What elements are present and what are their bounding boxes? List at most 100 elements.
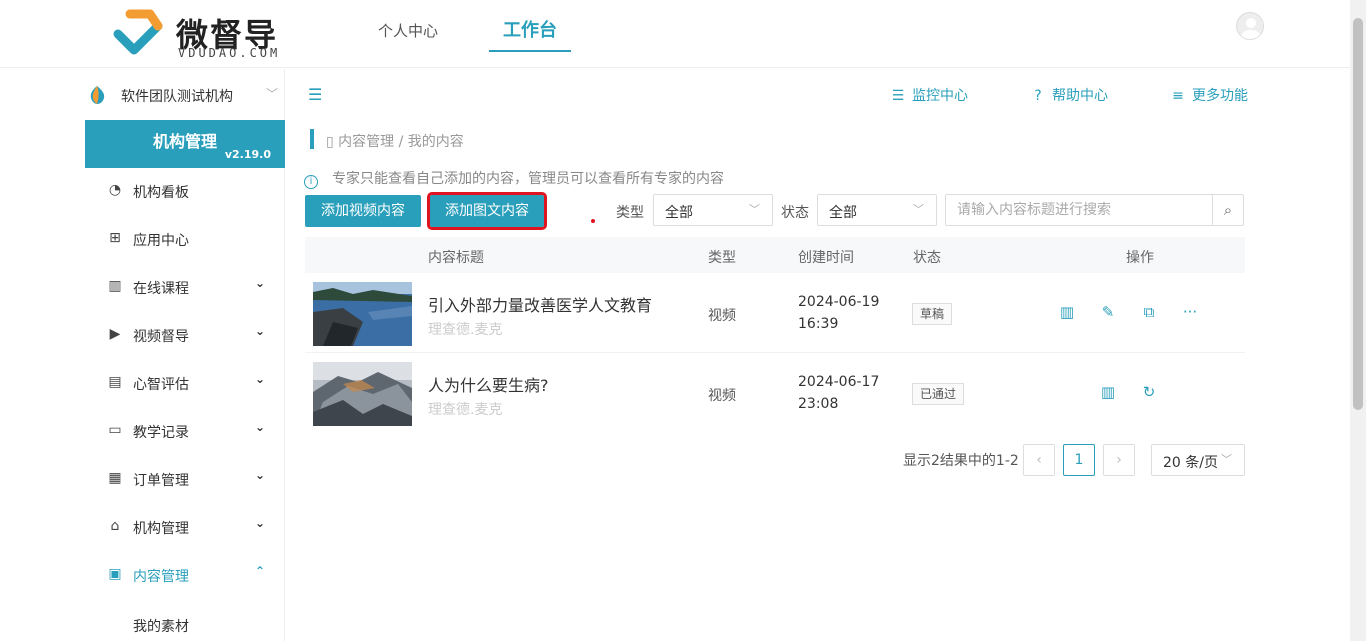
help-center-label: 帮助中心 xyxy=(1052,88,1108,104)
user-avatar[interactable] xyxy=(1236,12,1264,40)
sidebar-item-assessment[interactable]: ▤ 心智评估 ⌄ xyxy=(85,360,285,408)
menu-collapse-icon[interactable]: ☰ xyxy=(308,85,322,104)
column-header-status: 状态 xyxy=(913,250,941,266)
breadcrumb-doc-icon: ▯ xyxy=(326,134,339,150)
sidebar-item-label: 在线课程 xyxy=(133,281,189,297)
next-page-button[interactable]: › xyxy=(1103,444,1135,476)
org-name: 软件团队测试机构 xyxy=(121,89,233,105)
cursor-dot xyxy=(591,219,595,223)
grid-icon: ⊞ xyxy=(109,230,121,246)
content-author: 理查德.麦克 xyxy=(428,402,503,418)
type-filter-label: 类型 xyxy=(616,205,644,221)
chevron-down-icon: ﹀ xyxy=(749,203,760,216)
sidebar-item-label: 机构管理 xyxy=(133,521,189,537)
book-icon: ▥ xyxy=(108,278,122,294)
page-size-select[interactable]: 20 条/页 ﹀ xyxy=(1151,444,1245,476)
column-header-created: 创建时间 xyxy=(798,250,854,266)
pie-chart-icon: ◔ xyxy=(108,182,122,198)
table-row: 引入外部力量改善医学人文教育 理查德.麦克 视频 2024-06-19 16:3… xyxy=(305,273,1245,353)
sidebar-item-org-management[interactable]: ⌂ 机构管理 ⌄ xyxy=(85,504,285,552)
sidebar-item-content-management[interactable]: ▣ 内容管理 ⌃ xyxy=(85,552,285,600)
edit-icon[interactable]: ✎ xyxy=(1099,303,1117,321)
status-select-value: 全部 xyxy=(829,205,857,221)
sidebar-item-label: 教学记录 xyxy=(133,425,189,441)
column-header-actions: 操作 xyxy=(1126,250,1154,266)
sidebar: 软件团队测试机构 ﹀ 机构管理 v2.19.0 ◔ 机构看板 ⊞ 应用中心 ▥ … xyxy=(0,69,285,641)
sidebar-header: 机构管理 v2.19.0 xyxy=(85,120,285,168)
info-icon: i xyxy=(304,175,318,189)
chevron-down-icon: ﹀ xyxy=(913,203,924,216)
tab-personal-center[interactable]: 个人中心 xyxy=(378,0,438,68)
more-features-link[interactable]: ≡ 更多功能 xyxy=(1170,85,1248,105)
prev-page-button[interactable]: ‹ xyxy=(1023,444,1055,476)
preview-icon[interactable]: ▥ xyxy=(1099,383,1117,401)
sidebar-item-video-supervision[interactable]: ▶ 视频督导 ⌄ xyxy=(85,312,285,360)
search-input[interactable] xyxy=(946,195,1212,225)
org-selector[interactable]: 软件团队测试机构 ﹀ xyxy=(88,83,284,107)
content-thumbnail[interactable] xyxy=(313,282,412,346)
monitor-center-link[interactable]: ☰ 监控中心 xyxy=(890,85,968,105)
play-icon: ▶ xyxy=(109,326,121,342)
help-center-link[interactable]: ? 帮助中心 xyxy=(1030,85,1108,105)
camera-icon: ▭ xyxy=(108,422,122,438)
created-time: 2024-06-17 23:08 xyxy=(798,371,888,415)
search-icon[interactable]: ⌕ xyxy=(1212,195,1243,225)
sidebar-item-teaching-records[interactable]: ▭ 教学记录 ⌄ xyxy=(85,408,285,456)
breadcrumb: ▯ 内容管理 / 我的内容 xyxy=(326,131,464,151)
brand-logo[interactable]: 微督导 VDUDAO.COM xyxy=(110,8,290,62)
sidebar-item-label: 心智评估 xyxy=(133,377,189,393)
main-content: ☰ ☰ 监控中心 ? 帮助中心 ≡ 更多功能 ▯ 内容管理 / 我的内容 i 专家只能查… xyxy=(286,69,1350,641)
brand-name-en: VDUDAO.COM xyxy=(178,46,281,60)
help-icon: ? xyxy=(1034,88,1042,104)
add-video-button[interactable]: 添加视频内容 xyxy=(305,195,421,227)
refresh-icon[interactable]: ↻ xyxy=(1140,383,1158,401)
content-title[interactable]: 引入外部力量改善医学人文教育 xyxy=(428,292,652,316)
scrollbar-thumb[interactable] xyxy=(1353,18,1363,410)
chevron-down-icon: ⌄ xyxy=(255,516,266,530)
column-header-type: 类型 xyxy=(708,250,736,266)
copy-icon[interactable]: ⧉ xyxy=(1140,303,1158,321)
sidebar-item-label: 机构看板 xyxy=(133,185,189,201)
type-select-value: 全部 xyxy=(665,205,693,221)
chevron-down-icon: ﹀ xyxy=(266,87,279,101)
content-title[interactable]: 人为什么要生病? xyxy=(428,372,549,396)
tab-workbench[interactable]: 工作台 xyxy=(489,0,571,68)
chevron-down-icon: ⌄ xyxy=(255,276,266,290)
breadcrumb-text: 内容管理 / 我的内容 xyxy=(338,134,464,150)
notice: i 专家只能查看自己添加的内容，管理员可以查看所有专家的内容 xyxy=(304,168,724,189)
preview-icon[interactable]: ▥ xyxy=(1058,303,1076,321)
search-box: ⌕ xyxy=(945,194,1244,226)
sidebar-item-label: 视频督导 xyxy=(133,329,189,345)
content-author: 理查德.麦克 xyxy=(428,322,503,338)
notice-text: 专家只能查看自己添加的内容，管理员可以查看所有专家的内容 xyxy=(332,171,724,187)
chevron-up-icon: ⌃ xyxy=(255,564,266,578)
sidebar-item-online-courses[interactable]: ▥ 在线课程 ⌄ xyxy=(85,264,285,312)
type-select[interactable]: 全部 ﹀ xyxy=(653,194,773,226)
sidebar-item-label: 内容管理 xyxy=(133,569,189,585)
status-badge: 草稿 xyxy=(912,303,953,325)
page-number-button[interactable]: 1 xyxy=(1063,444,1095,476)
content-thumbnail[interactable] xyxy=(313,362,412,426)
status-badge: 已通过 xyxy=(912,383,965,405)
created-clock: 23:08 xyxy=(798,396,839,412)
sidebar-item-app-center[interactable]: ⊞ 应用中心 xyxy=(85,216,285,264)
monitor-center-label: 监控中心 xyxy=(912,88,968,104)
chevron-down-icon: ⌄ xyxy=(255,372,266,386)
more-icon[interactable]: ··· xyxy=(1181,303,1199,321)
table-header: 内容标题 类型 创建时间 状态 操作 xyxy=(305,237,1245,273)
created-date: 2024-06-19 xyxy=(798,294,880,310)
status-select[interactable]: 全部 ﹀ xyxy=(817,194,937,226)
sidebar-item-dashboard[interactable]: ◔ 机构看板 xyxy=(85,168,285,216)
sidebar-item-orders[interactable]: ▦ 订单管理 ⌄ xyxy=(85,456,285,504)
top-bar: 微督导 VDUDAO.COM 个人中心 工作台 xyxy=(0,0,1350,68)
breadcrumb-accent xyxy=(310,129,314,149)
sidebar-item-label: 订单管理 xyxy=(133,473,189,489)
document-icon: ▣ xyxy=(108,566,122,582)
page-scrollbar[interactable] xyxy=(1350,0,1366,641)
add-article-button[interactable]: 添加图文内容 xyxy=(427,192,547,230)
sidebar-item-label: 应用中心 xyxy=(133,233,189,249)
page-size-value: 20 条/页 xyxy=(1163,455,1218,471)
pagination-summary: 显示2结果中的1-2 xyxy=(903,453,1019,469)
sidebar-subitem-my-materials[interactable]: 我的素材 xyxy=(133,616,189,636)
created-clock: 16:39 xyxy=(798,316,839,332)
